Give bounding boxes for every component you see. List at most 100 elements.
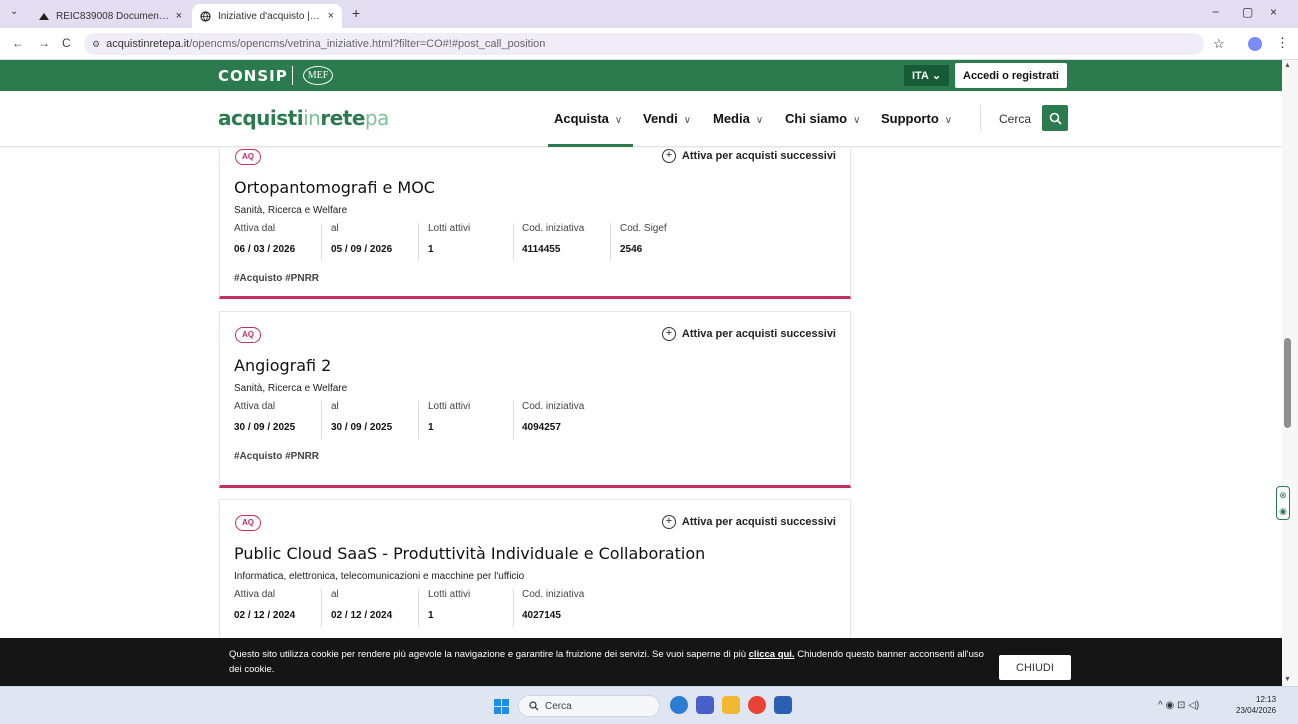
cookie-message: Questo sito utilizza cookie per rendere … xyxy=(229,647,989,677)
meta-value: 4114455 xyxy=(522,244,561,255)
meta-value: 2546 xyxy=(620,244,643,255)
clock-date: 23/04/2026 xyxy=(1236,706,1277,715)
meta-to: al 02 / 12 / 2024 xyxy=(331,589,392,621)
taskbar-search-label: Cerca xyxy=(545,700,572,712)
nav-label: Vendi xyxy=(643,111,678,126)
chevron-down-icon: ∨ xyxy=(683,115,692,126)
meta-label: Cod. iniziativa xyxy=(522,401,585,412)
forward-button[interactable]: → xyxy=(38,36,50,50)
initiative-card[interactable]: AQ + Attiva per acquisti successivi Orto… xyxy=(219,148,851,299)
meta-label: Lotti attivi xyxy=(428,401,471,412)
address-bar[interactable]: ⚙ acquistinretepa.it /opencms/opencms/ve… xyxy=(84,33,1204,55)
scroll-down-arrow-icon[interactable]: ▼ xyxy=(1284,676,1291,683)
site-settings-icon[interactable]: ⚙ xyxy=(92,39,100,50)
file-explorer-icon[interactable] xyxy=(722,696,740,714)
taskbar-search[interactable]: Cerca xyxy=(518,695,660,717)
search-button[interactable] xyxy=(1042,105,1068,131)
close-tab-icon[interactable]: × xyxy=(176,10,182,22)
search-label[interactable]: Cerca xyxy=(999,112,1031,126)
settings-icon[interactable]: ◉ xyxy=(1277,503,1289,519)
new-tab-button[interactable]: + xyxy=(352,5,360,21)
accessibility-widget[interactable]: ⊗ ◉ xyxy=(1276,486,1290,520)
chevron-down-icon: ∨ xyxy=(853,115,861,126)
profile-avatar[interactable] xyxy=(1248,37,1262,51)
chevron-down-icon: ∨ xyxy=(755,115,764,126)
initiative-title[interactable]: Public Cloud SaaS - Produttività Individ… xyxy=(234,544,705,563)
windows-start-icon[interactable] xyxy=(494,699,509,714)
nav-media[interactable]: Media ∨ xyxy=(713,111,763,126)
close-icon[interactable]: ⊗ xyxy=(1277,487,1289,503)
meta-label: Attiva dal xyxy=(234,223,276,234)
bookmark-star-icon[interactable]: ☆ xyxy=(1213,36,1225,52)
meta-value: 1 xyxy=(428,422,434,433)
initiative-title[interactable]: Ortopantomografi e MOC xyxy=(234,178,435,197)
logo-divider xyxy=(292,66,293,85)
system-tray[interactable]: ^ ◉ ⊡ ◁) xyxy=(1158,700,1199,711)
meta-divider xyxy=(321,589,322,627)
activate-button[interactable]: + Attiva per acquisti successivi xyxy=(661,149,836,163)
activate-label: Attiva per acquisti successivi xyxy=(681,328,836,340)
initiative-card[interactable]: AQ + Attiva per acquisti successivi Angi… xyxy=(219,311,851,488)
activate-button[interactable]: + Attiva per acquisti successivi xyxy=(661,515,836,529)
initiative-tags: #Acquisto #PNRR xyxy=(234,273,320,284)
nav-chi-siamo[interactable]: Chi siamo ∨ xyxy=(785,111,860,126)
logo-text: rete xyxy=(320,106,365,130)
chevron-down-icon: ∨ xyxy=(614,115,623,126)
language-selector[interactable]: ITA ⌄ xyxy=(904,65,949,86)
meta-value: 4094257 xyxy=(522,422,561,433)
search-icon xyxy=(1049,112,1062,125)
meta-divider xyxy=(321,401,322,439)
browser-tab-iniziative[interactable]: Iniziative d'acquisto | Acquisti i × xyxy=(192,4,342,28)
activate-button[interactable]: + Attiva per acquisti successivi xyxy=(661,327,836,341)
scroll-up-arrow-icon[interactable]: ▲ xyxy=(1284,62,1291,69)
nav-label: Chi siamo xyxy=(785,111,848,126)
plus-circle-icon: + xyxy=(661,327,676,341)
word-icon[interactable] xyxy=(774,696,792,714)
nav-acquista[interactable]: Acquista ∨ xyxy=(554,111,622,126)
meta-value: 02 / 12 / 2024 xyxy=(234,610,296,621)
meta-label: Cod. iniziativa xyxy=(522,223,585,234)
meta-divider xyxy=(513,589,514,627)
cookie-info-link[interactable]: clicca qui. xyxy=(749,649,795,660)
initiative-card[interactable]: AQ + Attiva per acquisti successivi Publ… xyxy=(219,499,851,638)
clock-time: 12:13 xyxy=(1256,695,1277,704)
tab-title: REIC839008 Documenti per fas xyxy=(56,10,170,22)
tab-title: Iniziative d'acquisto | Acquisti i xyxy=(218,10,322,22)
reload-button[interactable]: C xyxy=(62,36,71,50)
meta-lots: Lotti attivi 1 xyxy=(428,401,470,433)
close-window-button[interactable]: × xyxy=(1270,5,1277,19)
cookie-close-button[interactable]: CHIUDI xyxy=(999,655,1071,680)
minimize-button[interactable]: − xyxy=(1212,5,1219,19)
meta-value: 1 xyxy=(428,610,434,621)
browser-menu-icon[interactable]: ⋮ xyxy=(1276,35,1289,51)
acquistinretepa-logo[interactable]: acquistiinretepa xyxy=(218,106,389,130)
type-badge: AQ xyxy=(235,149,261,165)
browser-tab-documents[interactable]: REIC839008 Documenti per fas × xyxy=(30,4,190,28)
scrollbar-thumb[interactable] xyxy=(1284,338,1291,428)
plus-circle-icon: + xyxy=(661,149,676,163)
meta-divider xyxy=(321,223,322,261)
mef-logo[interactable]: MEF xyxy=(303,66,333,85)
consip-logo[interactable]: CONSIP xyxy=(218,67,288,85)
maximize-button[interactable]: ▢ xyxy=(1242,5,1253,19)
edge-browser-icon[interactable] xyxy=(670,696,688,714)
meta-value: 02 / 12 / 2024 xyxy=(331,610,393,621)
meta-value: 06 / 03 / 2026 xyxy=(234,244,296,255)
search-divider xyxy=(980,105,981,131)
tab-search-button[interactable]: ⌄ xyxy=(10,6,18,17)
teams-icon[interactable] xyxy=(696,696,714,714)
meta-label: al xyxy=(331,589,339,600)
back-button[interactable]: ← xyxy=(12,36,24,50)
meta-divider xyxy=(418,401,419,439)
nav-supporto[interactable]: Supporto ∨ xyxy=(881,111,952,126)
taskbar-clock[interactable]: 12:13 23/04/2026 xyxy=(1236,694,1276,716)
meta-code: Cod. iniziativa 4027145 xyxy=(522,589,584,621)
initiative-title[interactable]: Angiografi 2 xyxy=(234,356,331,375)
meta-lots: Lotti attivi 1 xyxy=(428,589,470,621)
login-button[interactable]: Accedi o registrati xyxy=(955,63,1067,88)
chrome-icon[interactable] xyxy=(748,696,766,714)
meta-divider xyxy=(513,401,514,439)
close-tab-icon[interactable]: × xyxy=(328,10,334,22)
main-navigation: acquistiinretepa Acquista ∨ Vendi ∨ Media ∨… xyxy=(0,91,1282,147)
nav-vendi[interactable]: Vendi ∨ xyxy=(643,111,691,126)
